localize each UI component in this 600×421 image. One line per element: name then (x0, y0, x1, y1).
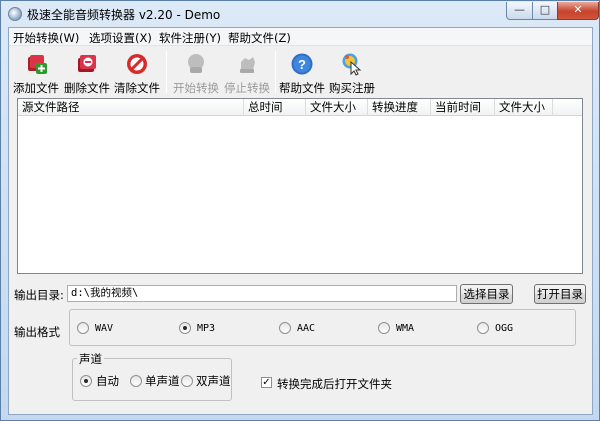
output-dir-label: 输出目录: (14, 288, 64, 302)
column-current-time[interactable]: 当前时间 (431, 99, 495, 116)
format-mp3-label: MP3 (197, 322, 216, 334)
channel-stereo-radio[interactable]: 双声道 (181, 373, 231, 389)
delete-file-button[interactable]: 删除文件 (62, 49, 112, 95)
column-total-time[interactable]: 总时间 (244, 99, 306, 116)
stop-convert-button: 停止转换 (222, 49, 272, 95)
format-ogg-label: OGG (495, 322, 514, 334)
format-aac-label: AAC (297, 322, 316, 334)
radio-dot (181, 375, 193, 387)
app-window: 极速全能音频转换器 v2.20 - Demo — □ ✕ 开始转换(W) 选项设… (0, 0, 600, 421)
channel-stereo-label: 双声道 (196, 374, 231, 388)
channel-mono-radio[interactable]: 单声道 (130, 373, 180, 389)
open-dir-button[interactable]: 打开目录 (534, 284, 586, 304)
column-progress[interactable]: 转换进度 (368, 99, 431, 116)
format-wav-label: WAV (95, 322, 114, 334)
help-label: 帮助文件 (279, 81, 325, 95)
client-area: 开始转换(W) 选项设置(X) 软件注册(Y) 帮助文件(Z) 添加文件 删除文… (8, 27, 593, 415)
radio-dot (179, 322, 191, 334)
stop-convert-icon (240, 57, 255, 73)
open-folder-label: 转换完成后打开文件夹 (277, 377, 392, 391)
help-glyph: ? (298, 57, 306, 72)
clear-files-button[interactable]: 清除文件 (112, 49, 162, 95)
add-file-button[interactable]: 添加文件 (11, 49, 61, 95)
format-mp3-radio[interactable]: MP3 (179, 322, 215, 334)
select-dir-button[interactable]: 选择目录 (460, 284, 513, 304)
radio-dot (77, 322, 89, 334)
menu-register[interactable]: 软件注册(Y) (159, 30, 221, 46)
clear-files-icon (127, 54, 147, 74)
toolbar: 添加文件 删除文件 清除文件 开始转换 停止转换 ? 帮助文件 购买注册 (9, 47, 592, 97)
format-wma-radio[interactable]: WMA (378, 322, 414, 334)
menu-help[interactable]: 帮助文件(Z) (228, 30, 291, 46)
start-convert-button: 开始转换 (171, 49, 221, 95)
add-file-label: 添加文件 (13, 81, 59, 95)
maximize-button[interactable]: □ (532, 2, 558, 20)
radio-dot (80, 375, 92, 387)
channel-auto-label: 自动 (96, 374, 119, 388)
format-ogg-radio[interactable]: OGG (477, 322, 513, 334)
open-folder-checkbox[interactable]: ✓ (261, 377, 272, 388)
toolbar-separator (275, 51, 276, 93)
minimize-button[interactable]: — (506, 2, 533, 20)
menu-start-convert[interactable]: 开始转换(W) (13, 30, 79, 46)
close-button[interactable]: ✕ (557, 2, 599, 20)
output-dir-input[interactable]: d:\我的视频\ (67, 285, 457, 302)
help-button[interactable]: ? 帮助文件 (277, 49, 327, 95)
delete-file-label: 删除文件 (64, 81, 110, 95)
channel-legend: 声道 (77, 351, 104, 367)
column-output-size[interactable]: 文件大小 (495, 99, 553, 116)
channel-auto-radio[interactable]: 自动 (80, 373, 119, 389)
clear-files-label: 清除文件 (114, 81, 160, 95)
menubar: 开始转换(W) 选项设置(X) 软件注册(Y) 帮助文件(Z) (9, 28, 592, 46)
stop-convert-label: 停止转换 (224, 81, 270, 95)
help-icon: ? (291, 53, 313, 75)
radio-dot (279, 322, 291, 334)
menu-options[interactable]: 选项设置(X) (89, 30, 152, 46)
start-convert-icon (188, 54, 204, 73)
add-file-icon (28, 55, 47, 74)
radio-dot (477, 322, 489, 334)
start-convert-label: 开始转换 (173, 81, 219, 95)
file-list[interactable]: 源文件路径 总时间 文件大小 转换进度 当前时间 文件大小 (17, 98, 583, 274)
buy-register-icon (342, 53, 362, 76)
app-icon (8, 7, 22, 21)
column-source-path[interactable]: 源文件路径 (18, 99, 244, 116)
format-wav-radio[interactable]: WAV (77, 322, 113, 334)
delete-file-icon (78, 55, 96, 72)
output-format-label: 输出格式 (14, 325, 60, 339)
titlebar[interactable]: 极速全能音频转换器 v2.20 - Demo — □ ✕ (1, 1, 599, 27)
format-aac-radio[interactable]: AAC (279, 322, 315, 334)
channel-mono-label: 单声道 (145, 374, 180, 388)
buy-register-button[interactable]: 购买注册 (327, 49, 377, 95)
radio-dot (130, 375, 142, 387)
format-wma-label: WMA (396, 322, 415, 334)
buy-register-label: 购买注册 (329, 81, 375, 95)
file-list-header: 源文件路径 总时间 文件大小 转换进度 当前时间 文件大小 (18, 99, 582, 116)
window-title: 极速全能音频转换器 v2.20 - Demo (27, 8, 221, 22)
radio-dot (378, 322, 390, 334)
column-file-size[interactable]: 文件大小 (306, 99, 368, 116)
toolbar-separator (166, 51, 167, 93)
